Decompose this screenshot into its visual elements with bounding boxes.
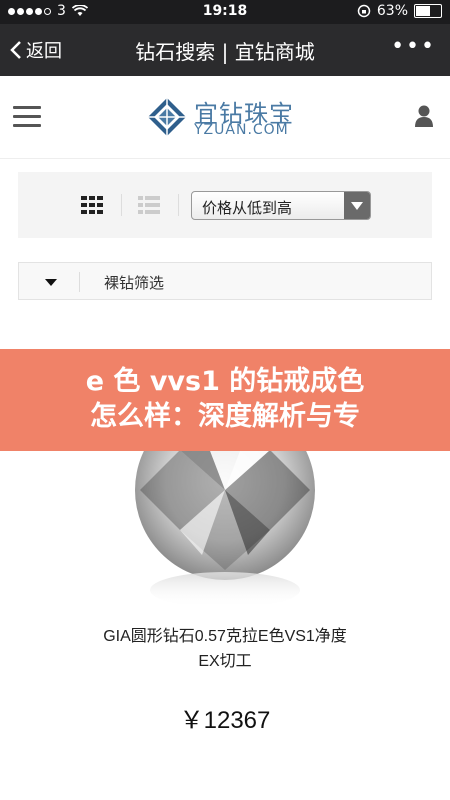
more-icon[interactable]: •••: [391, 34, 436, 59]
article-title-banner: e 色 vvs1 的钻戒成色 怎么样：深度解析与专: [0, 349, 450, 451]
nav-bar: 返回 钻石搜索 | 宜钻商城 •••: [0, 24, 450, 76]
user-icon[interactable]: [414, 104, 434, 128]
sort-select-value: 价格从低到高: [202, 199, 293, 217]
rotation-lock-icon: [357, 4, 371, 18]
product-title-line-2: EX切工: [198, 653, 252, 670]
filter-divider: [79, 272, 80, 292]
product-title-line-1: GIA圆形钻石0.57克拉E色VS1净度: [103, 628, 347, 645]
toolbar-divider: [178, 194, 179, 216]
view-toolbar: 价格从低到高: [18, 172, 432, 238]
battery-icon: [414, 4, 442, 18]
hamburger-menu-icon[interactable]: [13, 106, 41, 128]
status-bar: 3 19:18 63%: [0, 0, 450, 24]
dropdown-arrow-icon: [344, 192, 370, 219]
list-view-icon[interactable]: [138, 196, 160, 214]
filter-label: 裸钻筛选: [104, 274, 165, 292]
logo-domain: YZUAN.COM: [194, 122, 289, 138]
product-price: ￥12367: [179, 707, 271, 734]
sort-select[interactable]: 价格从低到高: [191, 191, 371, 220]
banner-line-2: 怎么样：深度解析与专: [90, 401, 360, 432]
grid-view-icon[interactable]: [81, 196, 103, 214]
banner-line-1: e 色 vvs1 的钻戒成色: [85, 366, 365, 397]
status-right: 63%: [357, 3, 442, 19]
site-logo[interactable]: 宜钻珠宝 YZUAN.COM: [146, 92, 316, 142]
diamond-filter-toggle[interactable]: 裸钻筛选: [18, 262, 432, 300]
caret-down-icon: [45, 279, 57, 286]
page-title: 钻石搜索 | 宜钻商城: [135, 40, 315, 64]
diamond-logo-icon: [148, 98, 186, 136]
toolbar-divider: [121, 194, 122, 216]
battery-percent: 63%: [376, 3, 408, 19]
product-title[interactable]: GIA圆形钻石0.57克拉E色VS1净度 EX切工: [60, 624, 390, 674]
site-header: 宜钻珠宝 YZUAN.COM: [0, 76, 450, 159]
